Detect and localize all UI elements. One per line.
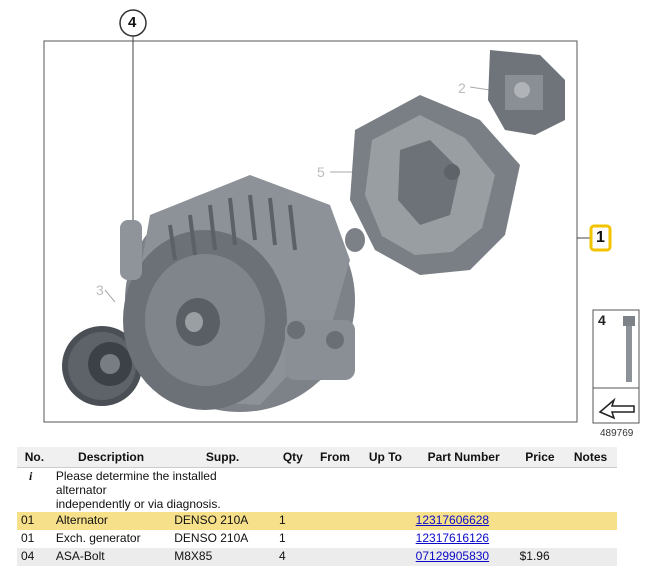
exploded-view-drawing: [43, 9, 640, 424]
callout-5[interactable]: 5: [317, 164, 325, 180]
header-no: No.: [17, 447, 52, 468]
regulator-drawing: [488, 50, 565, 135]
table-header-row: No. Description Supp. Qty From Up To Par…: [17, 447, 617, 468]
row-notes: [564, 512, 617, 530]
row-description: Exch. generator: [55, 531, 141, 545]
row-price: [515, 512, 565, 530]
header-description: Description: [51, 447, 171, 468]
inset-callout-4: 4: [598, 312, 606, 328]
row-no: 01: [17, 512, 52, 530]
info-text: Please determine the installed alternato…: [55, 469, 221, 511]
alternator-drawing: [120, 175, 365, 412]
image-id: 489769: [600, 428, 634, 439]
row-qty: 1: [274, 512, 311, 530]
header-from: From: [310, 447, 360, 468]
part-number-link[interactable]: 07129905830: [416, 549, 489, 563]
row-description: Alternator: [51, 512, 171, 530]
header-notes: Notes: [564, 447, 617, 468]
callout-1[interactable]: 1: [596, 229, 605, 247]
row-from: [310, 512, 360, 530]
header-qty: Qty: [274, 447, 311, 468]
cover-drawing: [350, 95, 520, 275]
row-notes: [564, 530, 617, 548]
header-upto: Up To: [359, 447, 412, 468]
part-number-link[interactable]: 12317616126: [416, 531, 489, 545]
callout-3[interactable]: 3: [96, 282, 104, 298]
row-upto: [359, 530, 411, 548]
row-upto: [359, 548, 412, 566]
callout-4[interactable]: 4: [128, 14, 136, 31]
parts-diagram: 4 1 2 3 5 4 489769: [0, 0, 653, 446]
row-qty: 1: [278, 531, 286, 545]
header-part-number: Part Number: [411, 447, 516, 468]
row-qty: 4: [274, 548, 311, 566]
row-price: [516, 530, 565, 548]
leader-line-3: [104, 289, 116, 303]
part-number-link[interactable]: 12317606628: [416, 513, 489, 527]
row-notes: [564, 548, 617, 566]
table-row[interactable]: 01 Alternator DENSO 210A 1 12317606628: [17, 512, 617, 530]
table-row[interactable]: 04 ASA-Bolt M8X85 4 07129905830 $1.96: [17, 548, 617, 566]
header-supp: Supp.: [170, 447, 275, 468]
row-from: [311, 530, 360, 548]
header-price: Price: [515, 447, 565, 468]
row-no: 04: [17, 548, 52, 566]
row-upto: [359, 512, 412, 530]
leader-line-2: [469, 86, 491, 91]
row-supp: DENSO 210A: [170, 512, 275, 530]
info-icon: i: [29, 469, 33, 483]
parts-table: No. Description Supp. Qty From Up To Par…: [17, 447, 617, 566]
row-from: [310, 548, 360, 566]
row-price: $1.96: [515, 548, 565, 566]
row-supp: M8X85: [170, 548, 275, 566]
row-supp: DENSO 210A: [174, 531, 249, 545]
table-row[interactable]: 01 Exch. generator DENSO 210A 1 12317616…: [17, 530, 617, 548]
callout-2[interactable]: 2: [458, 80, 466, 96]
row-no: 01: [21, 531, 35, 545]
row-description: ASA-Bolt: [51, 548, 171, 566]
info-row: i Please determine the installed alterna…: [17, 468, 617, 513]
